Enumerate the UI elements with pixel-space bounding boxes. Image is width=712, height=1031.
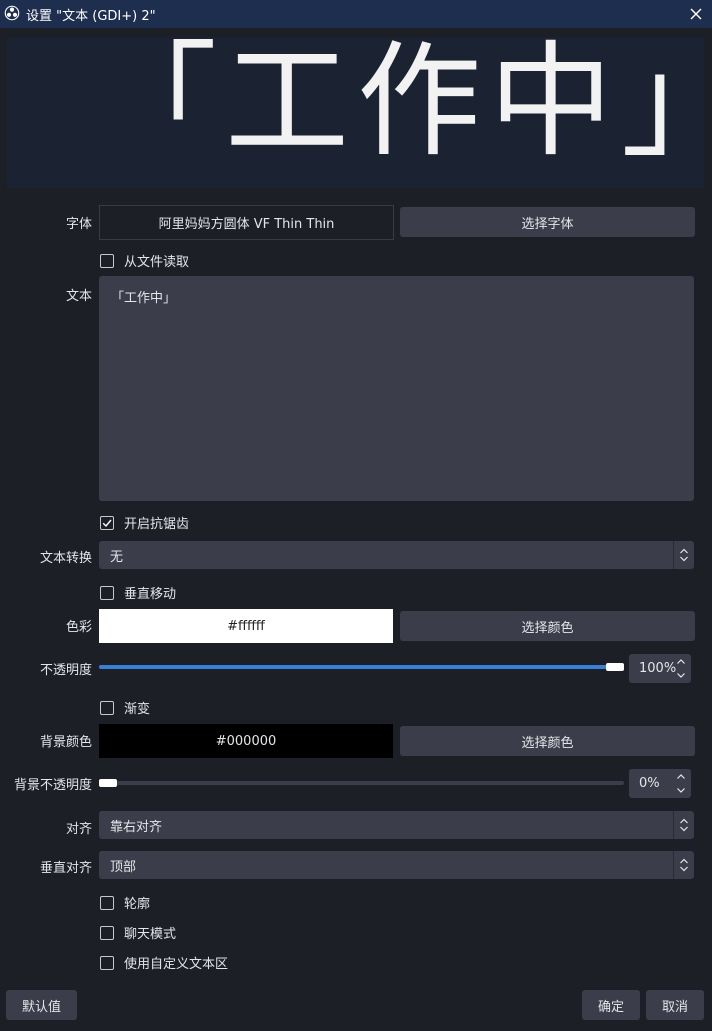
spin-arrows-icon[interactable] bbox=[671, 654, 691, 683]
valign-value: 顶部 bbox=[110, 859, 137, 875]
bg-color-swatch: #000000 bbox=[99, 724, 393, 758]
bg-color-value: #000000 bbox=[215, 733, 277, 749]
vertical-label: 垂直移动 bbox=[124, 587, 177, 602]
opacity-slider-track[interactable] bbox=[99, 665, 624, 669]
vertical-checkbox[interactable] bbox=[100, 585, 114, 600]
antialias-label: 开启抗锯齿 bbox=[124, 517, 190, 532]
title-bar: 设置 "文本 (GDI+) 2" bbox=[0, 0, 712, 28]
chat-mode-checkbox[interactable] bbox=[100, 925, 114, 940]
gradient-checkbox[interactable] bbox=[100, 700, 114, 715]
outline-label: 轮廓 bbox=[124, 897, 151, 912]
read-from-file-checkbox-row[interactable]: 从文件读取 bbox=[100, 251, 189, 270]
gradient-label: 渐变 bbox=[124, 702, 151, 717]
read-from-file-label: 从文件读取 bbox=[124, 255, 190, 270]
read-from-file-checkbox[interactable] bbox=[100, 253, 114, 268]
bg-opacity-label: 背景不透明度 bbox=[13, 778, 92, 793]
align-select[interactable]: 靠右对齐 bbox=[99, 811, 694, 839]
text-input[interactable]: 「工作中」 bbox=[99, 276, 694, 501]
outline-checkbox[interactable] bbox=[100, 895, 114, 910]
font-value: 阿里妈妈方圆体 VF Thin Thin bbox=[158, 217, 335, 232]
select-bg-color-button[interactable]: 选择颜色 bbox=[400, 726, 695, 756]
updown-chevron-icon bbox=[673, 541, 688, 569]
cancel-button[interactable]: 取消 bbox=[646, 990, 704, 1020]
updown-chevron-icon bbox=[673, 811, 688, 839]
bg-opacity-value: 0% bbox=[639, 776, 660, 791]
bg-opacity-spinbox[interactable]: 0% bbox=[629, 769, 691, 798]
color-swatch: #ffffff bbox=[99, 609, 393, 643]
opacity-spinbox[interactable]: 100% bbox=[629, 654, 691, 683]
select-color-button[interactable]: 选择颜色 bbox=[400, 611, 695, 641]
bg-color-label: 背景颜色 bbox=[39, 735, 92, 750]
custom-area-checkbox[interactable] bbox=[100, 955, 114, 970]
custom-area-label: 使用自定义文本区 bbox=[124, 957, 229, 972]
custom-area-checkbox-row[interactable]: 使用自定义文本区 bbox=[100, 953, 228, 972]
chat-mode-label: 聊天模式 bbox=[124, 927, 177, 942]
opacity-slider-fill bbox=[99, 665, 624, 669]
transform-label: 文本转换 bbox=[39, 551, 92, 566]
close-icon[interactable] bbox=[686, 4, 706, 24]
antialias-checkbox-row[interactable]: 开启抗锯齿 bbox=[100, 513, 189, 532]
checkmark-icon bbox=[102, 519, 112, 527]
chat-mode-checkbox-row[interactable]: 聊天模式 bbox=[100, 923, 176, 942]
outline-checkbox-row[interactable]: 轮廓 bbox=[100, 893, 150, 912]
window-title: 设置 "文本 (GDI+) 2" bbox=[26, 9, 156, 24]
antialias-checkbox[interactable] bbox=[100, 515, 114, 530]
spin-arrows-icon[interactable] bbox=[671, 769, 691, 798]
color-value: #ffffff bbox=[227, 618, 265, 634]
ok-button[interactable]: 确定 bbox=[582, 990, 640, 1020]
text-label: 文本 bbox=[65, 289, 92, 304]
gradient-checkbox-row[interactable]: 渐变 bbox=[100, 698, 150, 717]
text-value: 「工作中」 bbox=[111, 291, 177, 306]
opacity-slider-handle[interactable] bbox=[606, 663, 624, 671]
select-font-button[interactable]: 选择字体 bbox=[400, 207, 695, 237]
defaults-button[interactable]: 默认值 bbox=[6, 990, 77, 1020]
updown-chevron-icon bbox=[673, 851, 688, 879]
color-label: 色彩 bbox=[65, 620, 92, 635]
bg-opacity-slider-handle[interactable] bbox=[99, 779, 117, 787]
align-value: 靠右对齐 bbox=[110, 819, 163, 835]
text-preview: 「工作中」 bbox=[7, 37, 704, 188]
font-label: 字体 bbox=[65, 217, 92, 232]
transform-select[interactable]: 无 bbox=[99, 541, 694, 569]
bg-opacity-slider-track[interactable] bbox=[99, 781, 624, 785]
font-display: 阿里妈妈方圆体 VF Thin Thin bbox=[99, 205, 394, 240]
opacity-label: 不透明度 bbox=[39, 663, 92, 678]
valign-select[interactable]: 顶部 bbox=[99, 851, 694, 879]
preview-text: 「工作中」 bbox=[93, 37, 704, 174]
obs-logo-icon bbox=[4, 5, 20, 21]
transform-value: 无 bbox=[110, 549, 124, 565]
align-label: 对齐 bbox=[65, 822, 92, 837]
vertical-checkbox-row[interactable]: 垂直移动 bbox=[100, 583, 176, 602]
valign-label: 垂直对齐 bbox=[39, 861, 92, 876]
